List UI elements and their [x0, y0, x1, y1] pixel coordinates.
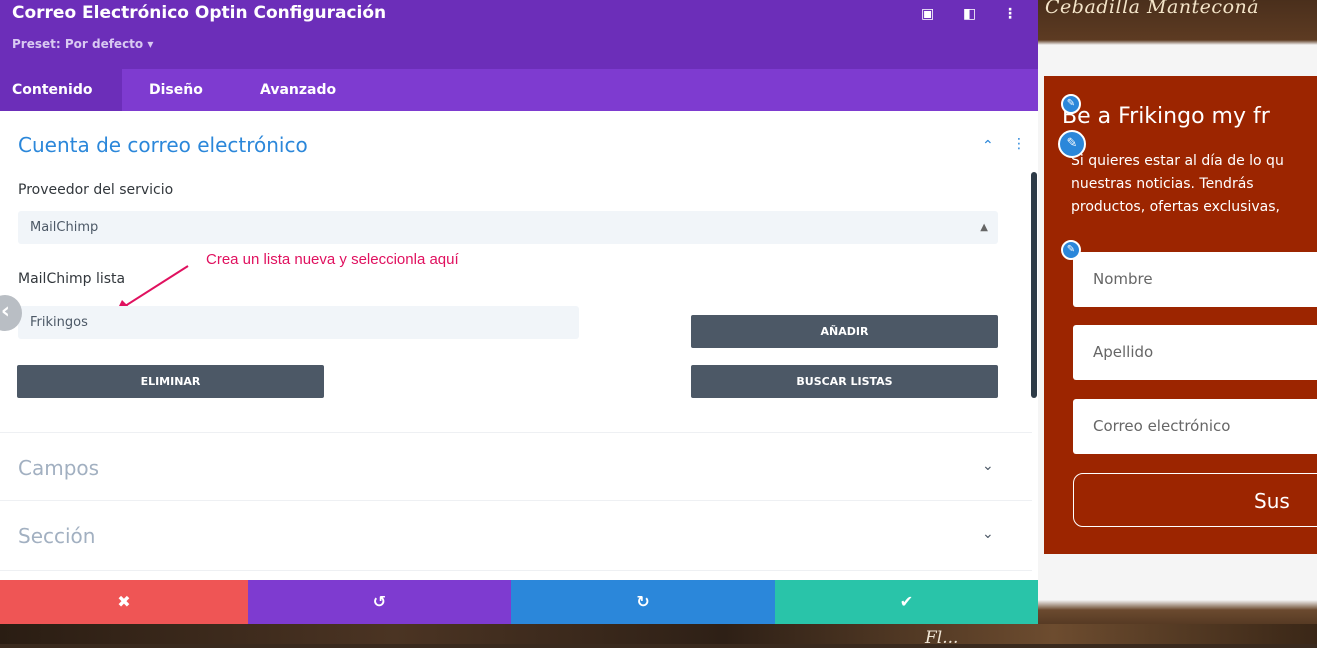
- provider-label: Proveedor del servicio: [18, 182, 174, 198]
- divider: [0, 500, 1032, 501]
- chevron-down-icon[interactable]: ⌄: [982, 458, 994, 474]
- redo-button[interactable]: ↻: [511, 580, 775, 624]
- tab-bar: Contenido Diseño Avanzado: [0, 69, 1038, 111]
- split-view-icon[interactable]: ◧: [963, 6, 976, 22]
- optin-description[interactable]: Si quieres estar al día de lo qu nuestra…: [1071, 150, 1317, 219]
- optin-last-name-field[interactable]: Apellido: [1073, 325, 1317, 380]
- close-icon: ✖: [117, 592, 131, 611]
- bottom-background: [0, 624, 1317, 644]
- optin-first-name-field[interactable]: Nombre: [1073, 252, 1317, 307]
- annotation-text: Crea un lista nueva y seleccionla aquí: [206, 251, 459, 268]
- search-lists-button[interactable]: BUSCAR LISTAS: [691, 365, 998, 398]
- section-title-email-account[interactable]: Cuenta de correo electrónico: [18, 133, 308, 157]
- focus-icon[interactable]: ▣: [921, 6, 934, 22]
- chevron-up-icon[interactable]: ⌃: [982, 138, 994, 154]
- cancel-button[interactable]: ✖: [0, 580, 248, 624]
- pencil-icon[interactable]: ✎: [1061, 94, 1081, 114]
- divider: [0, 432, 1032, 433]
- preset-selector[interactable]: Preset: Por defecto ▾: [12, 37, 153, 51]
- optin-description-line: productos, ofertas exclusivas,: [1071, 199, 1280, 215]
- site-header-text: Cebadilla Manteconá: [1045, 0, 1260, 18]
- select-arrows-icon: ▲: [980, 222, 988, 233]
- chevron-down-icon[interactable]: ⌄: [982, 526, 994, 542]
- delete-button[interactable]: ELIMINAR: [17, 365, 324, 398]
- add-button[interactable]: AÑADIR: [691, 315, 998, 348]
- optin-subscribe-button[interactable]: Sus: [1073, 473, 1317, 527]
- section-title-fields[interactable]: Campos: [18, 456, 99, 480]
- more-options-icon[interactable]: ⋮: [1003, 6, 1017, 22]
- scrollbar[interactable]: [1031, 172, 1037, 398]
- tab-advanced[interactable]: Avanzado: [260, 69, 336, 111]
- optin-description-line: Si quieres estar al día de lo qu: [1071, 153, 1284, 169]
- section-title-section[interactable]: Sección: [18, 524, 95, 548]
- redo-icon: ↻: [636, 592, 650, 611]
- module-settings-panel: Correo Electrónico Optin Configuración P…: [0, 0, 1038, 624]
- pencil-icon[interactable]: ✎: [1061, 240, 1081, 260]
- panel-header: Correo Electrónico Optin Configuración P…: [0, 0, 1038, 69]
- tab-content[interactable]: Contenido: [0, 69, 122, 111]
- optin-description-line: nuestras noticias. Tendrás: [1071, 176, 1254, 192]
- optin-email-field[interactable]: Correo electrónico: [1073, 399, 1317, 454]
- panel-title: Correo Electrónico Optin Configuración: [12, 3, 387, 23]
- more-options-icon[interactable]: ⋮: [1012, 136, 1026, 152]
- pencil-icon[interactable]: ✎: [1058, 130, 1086, 158]
- save-button[interactable]: ✔: [775, 580, 1038, 624]
- tab-design[interactable]: Diseño: [149, 69, 203, 111]
- optin-title[interactable]: Be a Frikingo my fr: [1062, 104, 1270, 129]
- list-input[interactable]: Frikingos: [18, 306, 579, 339]
- bottom-text: Fl...: [925, 628, 959, 648]
- undo-icon: ↺: [372, 592, 387, 611]
- undo-button[interactable]: ↺: [248, 580, 511, 624]
- check-icon: ✔: [899, 592, 914, 611]
- provider-select-value: MailChimp: [30, 220, 99, 235]
- divider: [0, 570, 1032, 571]
- provider-select[interactable]: MailChimp ▲: [18, 211, 998, 244]
